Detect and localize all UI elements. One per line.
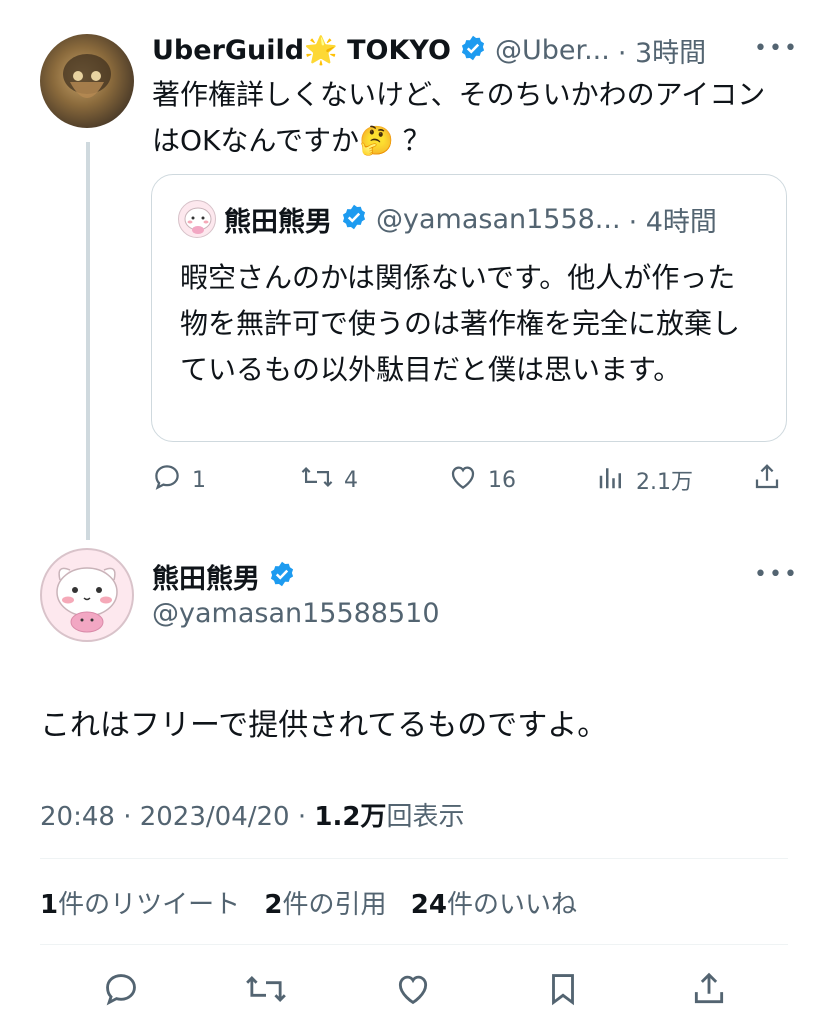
- views-count: 1.2万: [314, 802, 387, 832]
- parent-time[interactable]: · 3時間: [618, 31, 706, 70]
- verified-icon: [268, 560, 296, 592]
- quote-avatar: [178, 200, 216, 238]
- retweet-icon: [300, 462, 334, 498]
- likes-stat-label: 件のいいね: [446, 890, 577, 920]
- bookmark-icon: [544, 970, 582, 1014]
- reply-count: 1: [192, 467, 206, 493]
- quote-header: 熊田熊男 @yamasan1558... · 4時間: [178, 199, 717, 239]
- retweet-icon: [244, 970, 288, 1014]
- likes-stat-count: 24: [410, 890, 447, 920]
- main-display-name[interactable]: 熊田熊男: [152, 557, 260, 596]
- views-button[interactable]: 2.1万: [596, 462, 693, 498]
- main-avatar[interactable]: [40, 548, 134, 642]
- quotes-stat[interactable]: 2件の引用: [264, 890, 386, 920]
- quote-text: 暇空さんのかは関係ないです。他人が作った物を無許可で使うのは著作権を完全に放棄し…: [180, 261, 741, 386]
- more-icon[interactable]: •••: [754, 36, 799, 61]
- retweets-stat-label: 件のリツイート: [58, 890, 241, 920]
- more-icon[interactable]: •••: [754, 562, 799, 587]
- retweets-stat[interactable]: 1件のリツイート: [40, 890, 240, 920]
- share-button[interactable]: [690, 970, 728, 1014]
- bookmark-button[interactable]: [544, 970, 582, 1014]
- like-button[interactable]: [394, 970, 432, 1014]
- likes-stat[interactable]: 24件のいいね: [411, 890, 577, 920]
- retweet-button[interactable]: [244, 970, 288, 1014]
- quote-display-name[interactable]: 熊田熊男: [224, 200, 332, 239]
- main-header: 熊田熊男: [152, 556, 296, 596]
- quote-time[interactable]: · 4時間: [629, 200, 717, 239]
- verified-icon: [340, 203, 368, 235]
- share-icon: [690, 970, 728, 1014]
- parent-display-name[interactable]: UberGuild🌟 TOKYO: [152, 34, 451, 66]
- reply-icon: [102, 970, 140, 1014]
- reply-icon: [152, 462, 182, 498]
- parent-header: UberGuild🌟 TOKYO @Uber... · 3時間: [152, 30, 706, 70]
- views-icon: [596, 462, 626, 498]
- main-handle[interactable]: @yamasan15588510: [152, 598, 440, 629]
- quote-handle[interactable]: @yamasan1558...: [376, 204, 621, 235]
- main-tweet-text: これはフリーで提供されてるものですよ。: [40, 708, 608, 743]
- parent-tweet-text: 著作権詳しくないけど、そのちいかわのアイコンはOKなんですか🤔 ？: [152, 78, 766, 157]
- tweet-timestamp[interactable]: 20:48 · 2023/04/20 ·: [40, 802, 314, 832]
- views-label: 回表示: [386, 802, 465, 832]
- retweets-stat-count: 1: [40, 890, 59, 920]
- share-icon: [752, 462, 782, 498]
- like-button[interactable]: 16: [448, 462, 516, 498]
- views-count: 2.1万: [636, 470, 693, 495]
- divider: [40, 858, 788, 859]
- quoted-tweet-card[interactable]: 熊田熊男 @yamasan1558... · 4時間 暇空さんのかは関係ないです…: [151, 174, 787, 442]
- engagement-stats: 1件のリツイート 2件の引用 24件のいいね: [40, 884, 577, 921]
- reply-button[interactable]: 1: [152, 462, 206, 498]
- retweet-button[interactable]: 4: [300, 462, 358, 498]
- parent-handle[interactable]: @Uber...: [495, 35, 610, 66]
- thread-line: [86, 142, 90, 540]
- retweet-count: 4: [344, 467, 358, 493]
- like-icon: [448, 462, 478, 498]
- parent-avatar[interactable]: [40, 34, 134, 128]
- tweet-timestamp-row: 20:48 · 2023/04/20 · 1.2万回表示: [40, 796, 464, 833]
- like-icon: [394, 970, 432, 1014]
- quotes-stat-count: 2: [264, 890, 283, 920]
- quotes-stat-label: 件の引用: [282, 890, 387, 920]
- divider: [40, 944, 788, 945]
- like-count: 16: [488, 467, 516, 493]
- share-button[interactable]: [752, 462, 782, 498]
- reply-button[interactable]: [102, 970, 140, 1014]
- verified-icon: [459, 34, 487, 66]
